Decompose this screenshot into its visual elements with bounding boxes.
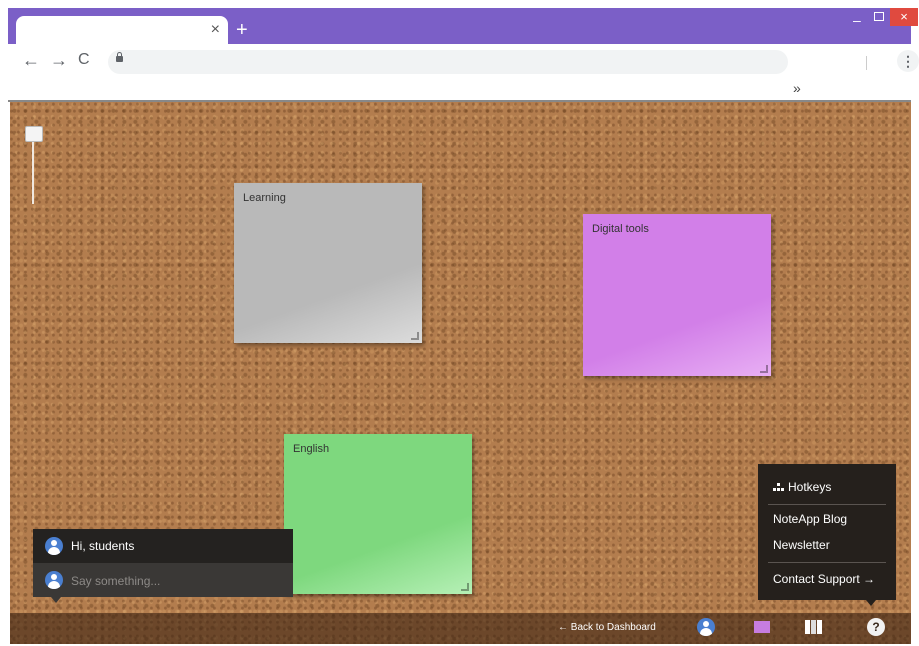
note-label: Learning (243, 192, 286, 204)
note-label: Digital tools (592, 223, 649, 235)
sticky-note-english[interactable]: English (284, 434, 472, 594)
user-avatar-icon (45, 571, 63, 589)
address-bar[interactable] (108, 50, 788, 74)
chat-greeting: Hi, students (71, 539, 135, 553)
chat-greeting-row: Hi, students (33, 529, 293, 563)
add-note-icon[interactable] (754, 621, 770, 633)
menu-divider (768, 504, 886, 505)
zoom-slider-track[interactable] (32, 132, 34, 204)
menu-item-newsletter[interactable]: Newsletter (773, 538, 830, 552)
minimize-icon[interactable]: – (853, 12, 861, 28)
sticky-note-digital-tools[interactable]: Digital tools (583, 214, 771, 376)
browser-tab[interactable]: × (16, 16, 228, 44)
map-icon[interactable] (805, 620, 823, 634)
back-to-dashboard-link[interactable]: ← Back to Dashboard (558, 622, 656, 633)
resize-handle-icon[interactable] (461, 583, 469, 591)
menu-pointer (866, 600, 876, 606)
lock-icon (116, 52, 123, 62)
bookmarks-bar: » (8, 78, 911, 102)
resize-handle-icon[interactable] (760, 365, 768, 373)
menu-item-label: Hotkeys (788, 480, 832, 494)
sitemap-icon (773, 483, 784, 492)
new-tab-icon[interactable]: + (236, 20, 248, 40)
chat-input[interactable] (69, 569, 289, 593)
menu-divider (768, 562, 886, 563)
reload-icon[interactable]: C (78, 50, 90, 70)
cork-board[interactable]: Learning Digital tools English Hi, stude… (10, 102, 911, 644)
toolbar-divider (866, 56, 867, 70)
browser-menu-icon[interactable]: ⋮ (897, 50, 919, 72)
resize-handle-icon[interactable] (411, 332, 419, 340)
chat-panel: Hi, students (33, 529, 293, 603)
menu-item-contact-support[interactable]: Contact Support → (773, 572, 875, 586)
bottom-bar: ← Back to Dashboard ? (10, 613, 911, 644)
maximize-icon[interactable] (874, 12, 884, 21)
bookmarks-overflow-icon[interactable]: » (793, 80, 801, 96)
note-label: English (293, 443, 330, 455)
user-icon[interactable] (697, 618, 715, 636)
forward-icon[interactable]: → (50, 50, 68, 70)
browser-toolbar: ← → C ⋮ (8, 44, 919, 78)
close-window-icon[interactable]: × (890, 8, 918, 26)
back-icon[interactable]: ← (22, 50, 40, 70)
zoom-slider-handle[interactable] (25, 126, 43, 142)
menu-item-hotkeys[interactable]: Hotkeys (773, 480, 831, 494)
tab-close-icon[interactable]: × (211, 20, 220, 40)
menu-item-blog[interactable]: NoteApp Blog (773, 512, 847, 526)
help-menu: Hotkeys NoteApp Blog Newsletter Contact … (758, 464, 896, 606)
chat-input-row (33, 563, 293, 597)
user-avatar-icon (45, 537, 63, 555)
help-icon[interactable]: ? (867, 618, 885, 636)
browser-titlebar: × + – × (8, 8, 918, 44)
chat-pointer (51, 597, 61, 603)
sticky-note-learning[interactable]: Learning (234, 183, 422, 343)
